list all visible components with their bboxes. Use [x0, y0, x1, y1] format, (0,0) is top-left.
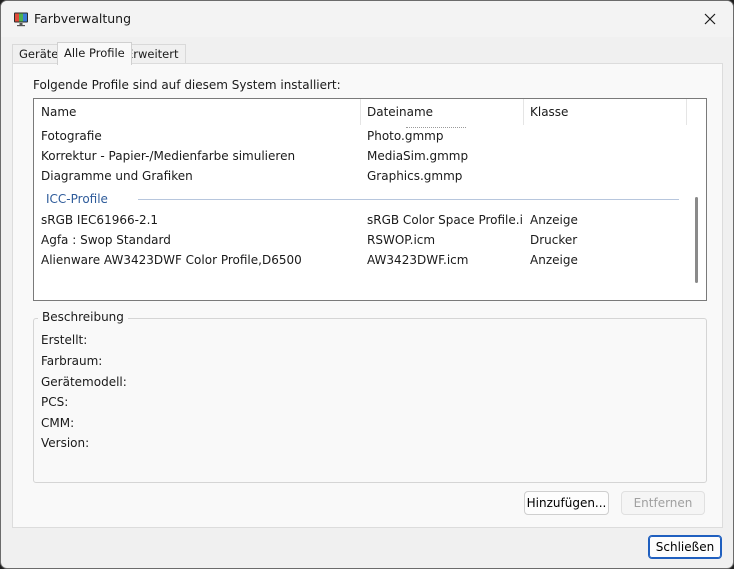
profile-name: Agfa : Swop Standard: [41, 233, 171, 247]
title-bar: Farbverwaltung: [1, 1, 733, 37]
list-item[interactable]: Fotografie Photo.gmmp: [34, 126, 689, 146]
version-label: Version:: [41, 436, 90, 450]
created-label: Erstellt:: [41, 333, 88, 347]
tab-all-profiles[interactable]: Alle Profile: [57, 42, 132, 65]
remove-profile-button[interactable]: Entfernen: [621, 491, 705, 515]
close-icon: [704, 13, 716, 25]
pcs-label: PCS:: [41, 395, 69, 409]
color-space-label: Farbraum:: [41, 354, 103, 368]
column-header-filename[interactable]: Dateiname: [360, 99, 523, 125]
window-title: Farbverwaltung: [34, 11, 132, 26]
profile-filename: MediaSim.gmmp: [367, 149, 469, 163]
device-model-label: Gerätemodell:: [41, 375, 127, 389]
profile-name: sRGB IEC61966-2.1: [41, 213, 159, 227]
profile-name: Korrektur - Papier-/Medienfarbe simulier…: [41, 149, 296, 163]
profile-filename: sRGB Color Space Profile.ic...: [367, 213, 522, 227]
scrollbar-thumb[interactable]: [695, 197, 698, 283]
close-window-button[interactable]: [687, 1, 733, 37]
group-divider-line: [138, 199, 679, 200]
list-item[interactable]: Diagramme und Grafiken Graphics.gmmp: [34, 166, 689, 186]
all-profiles-panel: Folgende Profile sind auf diesem System …: [12, 63, 723, 528]
color-management-app-icon: [13, 11, 29, 27]
list-body: Fotografie Photo.gmmp Korrektur - Papier…: [34, 125, 689, 300]
description-groupbox: Beschreibung Erstellt: Farbraum: Gerätem…: [33, 310, 707, 483]
group-header-icc-profiles[interactable]: ICC-Profile: [34, 189, 689, 209]
list-item[interactable]: Alienware AW3423DWF Color Profile,D6500 …: [34, 250, 689, 270]
profile-name: Diagramme und Grafiken: [41, 169, 193, 183]
profile-filename: AW3423DWF.icm: [367, 253, 469, 267]
profiles-list[interactable]: Name Dateiname Klasse Fotografie Photo.g…: [33, 98, 707, 301]
add-profile-button[interactable]: Hinzufügen...: [524, 491, 609, 515]
profile-filename: Photo.gmmp: [367, 129, 444, 143]
list-item[interactable]: sRGB IEC61966-2.1 sRGB Color Space Profi…: [34, 210, 689, 230]
color-management-window: Farbverwaltung Geräte Alle Profile Erwei…: [0, 0, 734, 569]
column-header-name[interactable]: Name: [34, 99, 360, 125]
profile-filename: RSWOP.icm: [367, 233, 436, 247]
profile-class: Anzeige: [530, 253, 578, 267]
profile-class: Anzeige: [530, 213, 578, 227]
list-item[interactable]: Korrektur - Papier-/Medienfarbe simulier…: [34, 146, 689, 166]
profile-name: Alienware AW3423DWF Color Profile,D6500: [41, 253, 302, 267]
group-label: ICC-Profile: [46, 192, 108, 206]
list-header: Name Dateiname Klasse: [34, 99, 687, 125]
cmm-label: CMM:: [41, 416, 75, 430]
list-item[interactable]: Agfa : Swop Standard RSWOP.icm Drucker: [34, 230, 689, 250]
vertical-scrollbar[interactable]: [687, 99, 706, 300]
column-header-class[interactable]: Klasse: [523, 99, 686, 125]
profile-class: Drucker: [530, 233, 578, 247]
installed-profiles-caption: Folgende Profile sind auf diesem System …: [33, 78, 341, 92]
description-title: Beschreibung: [38, 310, 128, 324]
profile-filename: Graphics.gmmp: [367, 169, 463, 183]
profile-name: Fotografie: [41, 129, 102, 143]
close-button[interactable]: Schließen: [648, 535, 722, 559]
